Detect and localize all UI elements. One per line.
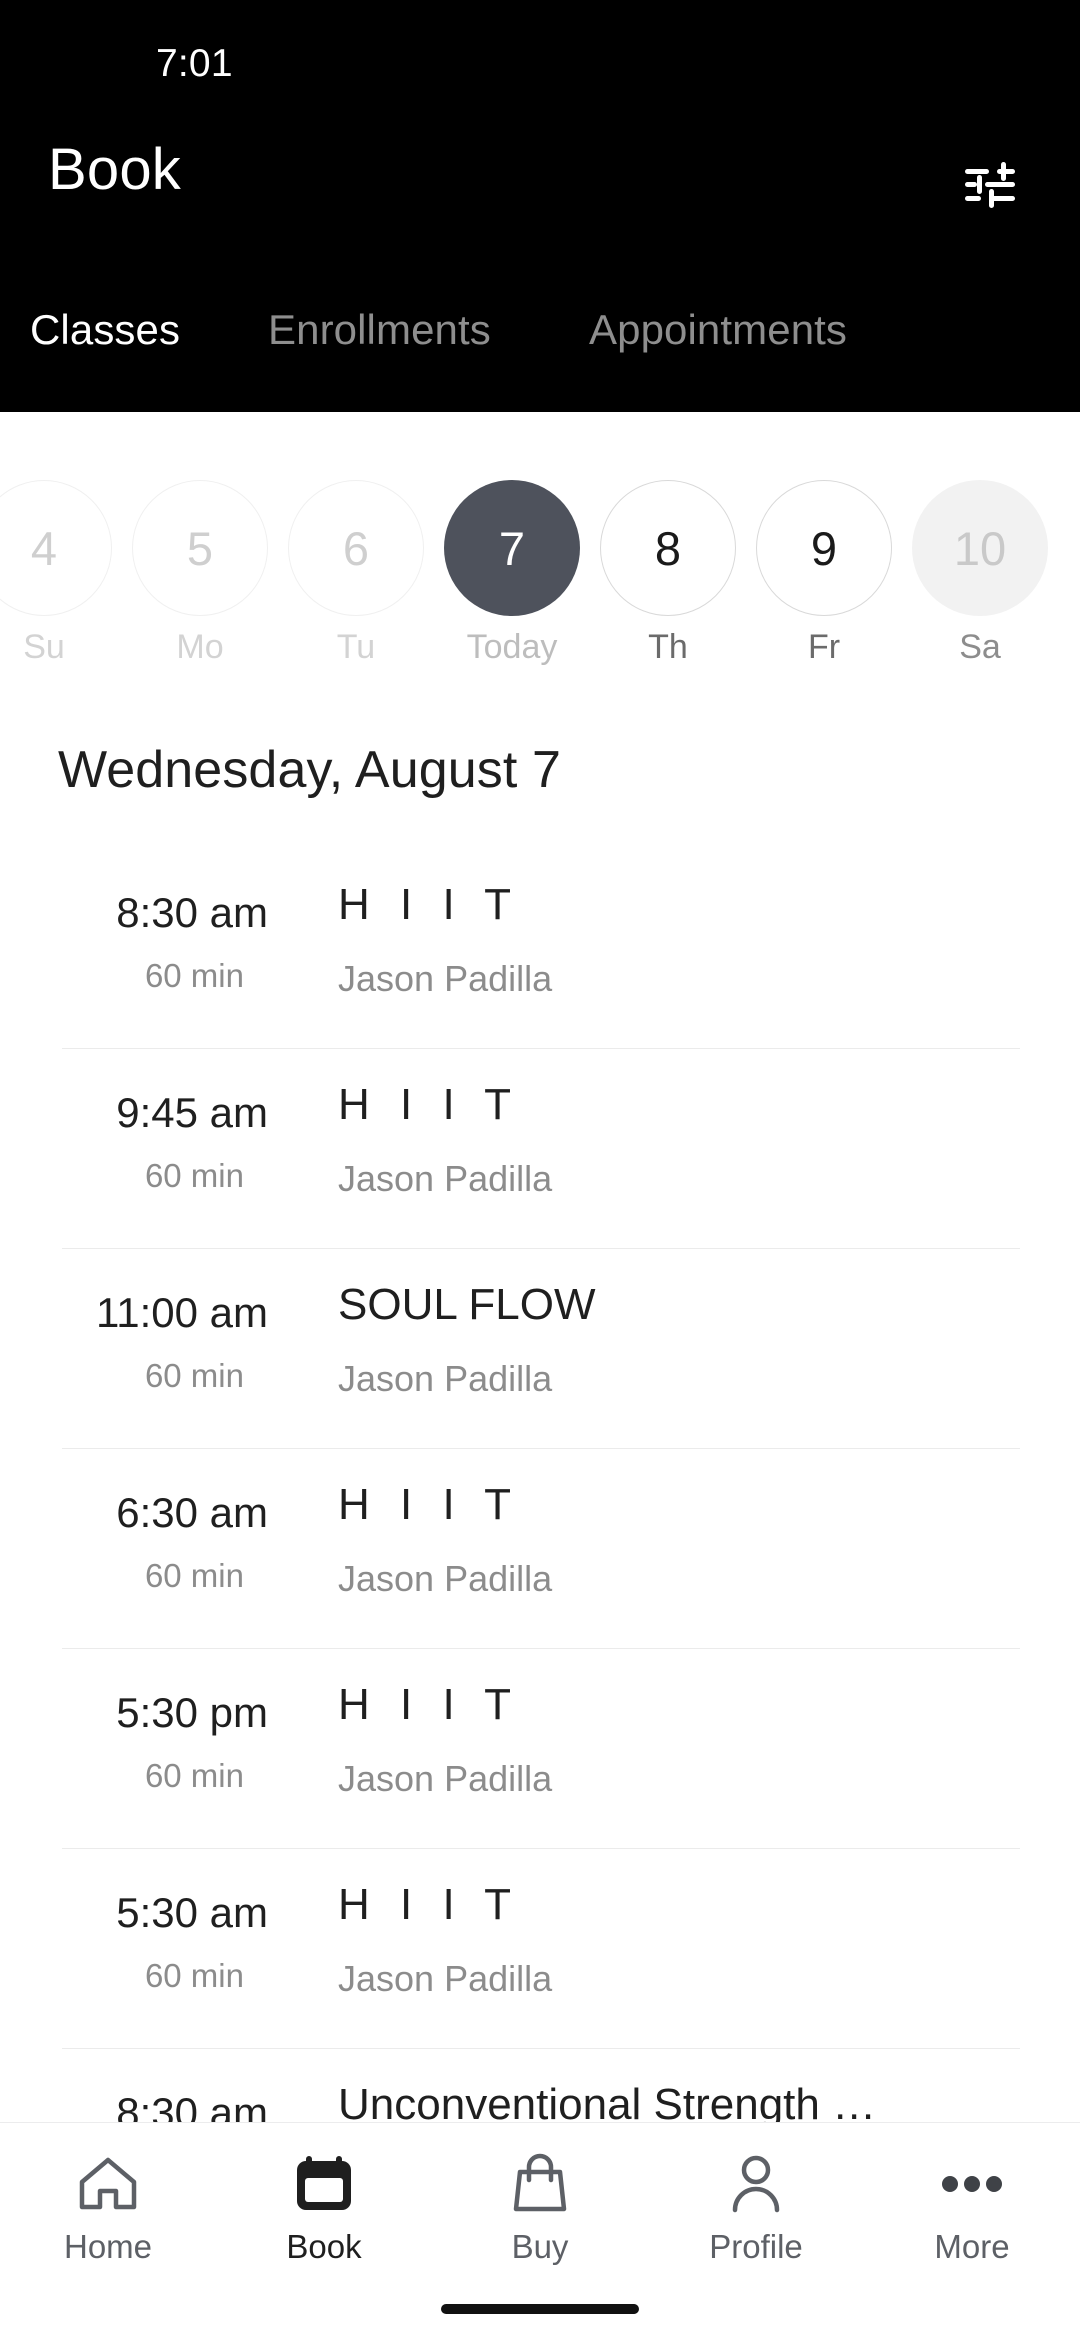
class-row[interactable]: 9:45 am 60 min H I I T Jason Padilla <box>0 1048 1080 1248</box>
row-divider <box>62 1848 1020 1849</box>
class-duration: 60 min <box>144 957 244 994</box>
date-chip-weekday: Sa <box>959 628 1001 666</box>
date-chip-number: 9 <box>756 480 892 616</box>
row-divider <box>62 1248 1020 1249</box>
date-chip-weekday: Su <box>23 628 65 666</box>
class-time: 5:30 am <box>116 1889 268 1936</box>
schedule-date-heading: Wednesday, August 7 <box>58 741 561 799</box>
class-name: H I I T <box>338 1480 520 1529</box>
ellipsis-icon <box>941 2145 1003 2223</box>
bottom-navigation: Home Book Buy Profile More <box>0 2122 1080 2340</box>
class-time: 11:00 am <box>96 1289 268 1336</box>
class-instructor: Jason Padilla <box>338 1358 553 1399</box>
row-divider <box>62 1648 1020 1649</box>
date-chip-8[interactable]: 8 Th <box>600 480 736 664</box>
date-chip-number: 4 <box>0 480 112 616</box>
class-row[interactable]: 5:30 am 60 min H I I T Jason Padilla <box>0 1848 1080 2048</box>
class-instructor: Jason Padilla <box>338 1558 553 1599</box>
class-duration: 60 min <box>144 1357 244 1394</box>
class-time: 6:30 am <box>116 1489 268 1536</box>
class-time: 9:45 am <box>116 1089 268 1136</box>
class-time: 5:30 pm <box>116 1689 268 1736</box>
date-strip: 4 Su 5 Mo 6 Tu 7 Today 8 Th 9 Fr 10 Sa <box>0 412 1080 664</box>
date-chip-number: 5 <box>132 480 268 616</box>
class-instructor: Jason Padilla <box>338 958 553 999</box>
app-screen: 7:01 Book Classes Enrollments Appointmen… <box>0 0 1080 2340</box>
filter-button[interactable] <box>942 142 1038 228</box>
nav-item-book[interactable]: Book <box>216 2145 432 2295</box>
class-instructor: Jason Padilla <box>338 1758 553 1799</box>
date-chip-5[interactable]: 5 Mo <box>132 480 268 664</box>
nav-label: Profile <box>709 2228 803 2265</box>
nav-item-more[interactable]: More <box>864 2145 1080 2295</box>
row-divider <box>62 1048 1020 1049</box>
class-name: H I I T <box>338 1880 520 1929</box>
tab-appointments[interactable]: Appointments <box>589 305 847 355</box>
date-chip-weekday: Tu <box>336 628 376 666</box>
class-row[interactable]: 8:30 am 60 min H I I T Jason Padilla <box>0 848 1080 1048</box>
class-duration: 60 min <box>144 1757 244 1794</box>
tab-enrollments[interactable]: Enrollments <box>268 305 491 355</box>
nav-label: Book <box>286 2228 362 2265</box>
nav-item-home[interactable]: Home <box>0 2145 216 2295</box>
class-duration: 60 min <box>144 1957 244 1994</box>
page-title: Book <box>48 137 181 202</box>
class-duration: 60 min <box>144 1557 244 1594</box>
date-chip-weekday: Today <box>466 628 558 666</box>
class-row[interactable]: 6:30 am 60 min H I I T Jason Padilla <box>0 1448 1080 1648</box>
house-icon <box>77 2145 139 2223</box>
date-chip-9[interactable]: 9 Fr <box>756 480 892 664</box>
calendar-icon <box>294 2145 354 2223</box>
date-chip-number: 10 <box>912 480 1048 616</box>
person-icon <box>727 2145 785 2223</box>
nav-item-profile[interactable]: Profile <box>648 2145 864 2295</box>
status-bar: 7:01 <box>0 0 1080 108</box>
date-chip-10[interactable]: 10 Sa <box>912 480 1048 664</box>
date-chip-number: 7 <box>444 480 580 616</box>
class-time: 8:30 am <box>116 889 268 936</box>
date-chip-7-today[interactable]: 7 Today <box>444 480 580 664</box>
nav-item-buy[interactable]: Buy <box>432 2145 648 2295</box>
date-chip-weekday: Fr <box>807 628 841 666</box>
app-header: 7:01 Book Classes Enrollments Appointmen… <box>0 0 1080 412</box>
nav-label: Home <box>63 2228 153 2265</box>
home-indicator <box>441 2304 639 2314</box>
shopping-bag-icon <box>511 2145 569 2223</box>
class-row[interactable]: 11:00 am 60 min SOUL FLOW Jason Padilla <box>0 1248 1080 1448</box>
class-name: H I I T <box>338 880 520 929</box>
title-bar: Book <box>0 137 1080 260</box>
date-chip-weekday: Mo <box>176 628 224 666</box>
class-name: H I I T <box>338 1680 520 1729</box>
tab-classes[interactable]: Classes <box>30 305 180 355</box>
nav-label: More <box>934 2228 1010 2265</box>
nav-label: Buy <box>511 2228 569 2265</box>
date-chip-6[interactable]: 6 Tu <box>288 480 424 664</box>
date-chip-number: 8 <box>600 480 736 616</box>
class-name: H I I T <box>338 1080 520 1129</box>
tab-bar: Classes Enrollments Appointments <box>0 305 1080 395</box>
class-name: SOUL FLOW <box>338 1280 596 1329</box>
status-bar-clock: 7:01 <box>156 42 233 85</box>
tune-filter-icon <box>963 161 1017 209</box>
date-chip-number: 6 <box>288 480 424 616</box>
class-instructor: Jason Padilla <box>338 1158 553 1199</box>
date-chip-weekday: Th <box>648 628 688 666</box>
date-chip-4[interactable]: 4 Su <box>0 480 112 664</box>
row-divider <box>62 1448 1020 1449</box>
class-duration: 60 min <box>144 1157 244 1194</box>
row-divider <box>62 2048 1020 2049</box>
class-instructor: Jason Padilla <box>338 1958 553 1999</box>
class-row[interactable]: 5:30 pm 60 min H I I T Jason Padilla <box>0 1648 1080 1848</box>
class-list: 8:30 am 60 min H I I T Jason Padilla 9:4… <box>0 848 1080 2248</box>
